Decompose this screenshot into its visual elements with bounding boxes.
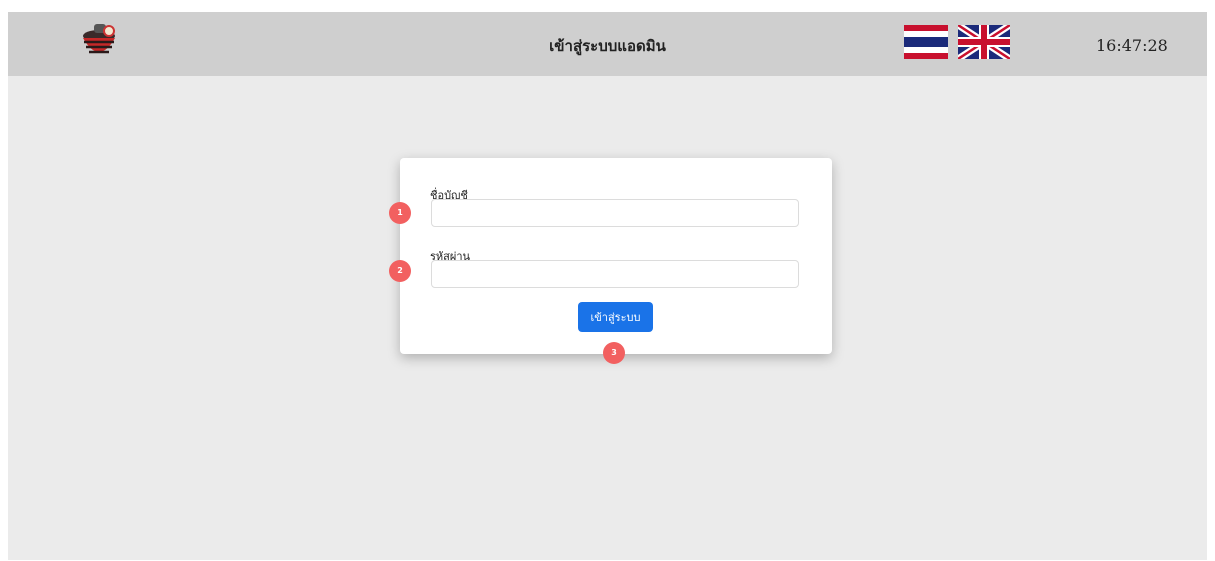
step-marker-1: 1 <box>389 202 411 224</box>
step-marker-2: 2 <box>389 260 411 282</box>
login-card: ชื่อบัญชี รหัสผ่าน เข้าสู่ระบบ <box>400 158 832 354</box>
app-frame: เข้าสู่ระบบแอดมิน 16:47:28 ชื่อบัญชี รหั… <box>8 12 1207 560</box>
page-title: เข้าสู่ระบบแอดมิน <box>549 37 666 55</box>
uk-flag-icon[interactable] <box>958 25 1010 59</box>
login-button[interactable]: เข้าสู่ระบบ <box>578 302 653 332</box>
username-input[interactable] <box>431 199 799 227</box>
password-input[interactable] <box>431 260 799 288</box>
clock: 16:47:28 <box>1096 36 1168 55</box>
thai-flag-icon[interactable] <box>904 25 948 59</box>
header-bar: เข้าสู่ระบบแอดมิน 16:47:28 <box>8 12 1207 76</box>
step-marker-3: 3 <box>603 342 625 364</box>
